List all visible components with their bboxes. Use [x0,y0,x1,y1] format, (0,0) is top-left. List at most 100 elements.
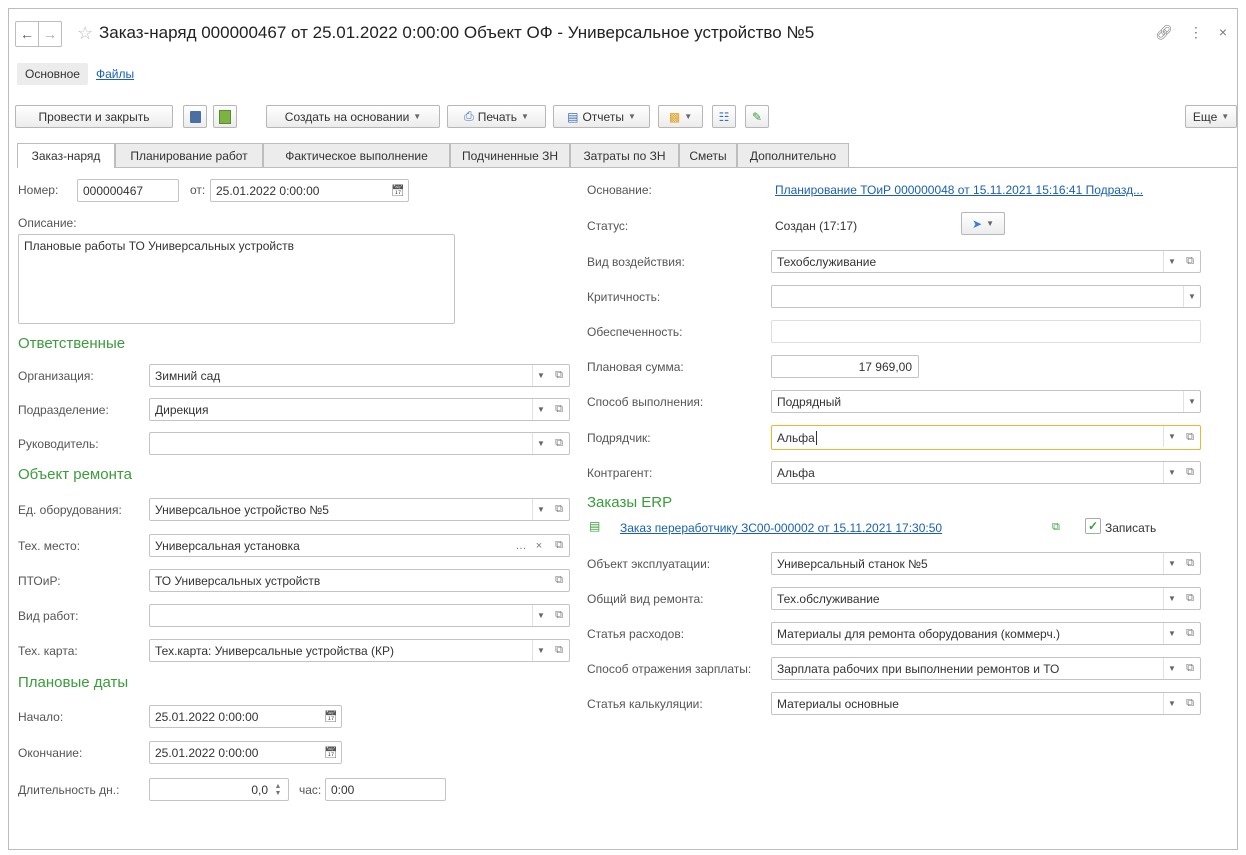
open-icon[interactable]: ⧉ [549,605,569,626]
section-main[interactable]: Основное [17,63,88,85]
post-and-close-button[interactable]: Провести и закрыть [15,105,173,128]
create-based-on-button[interactable]: Создать на основании ▼ [266,105,440,128]
department-value: Дирекция [155,402,209,417]
section-files[interactable]: Файлы [96,67,134,81]
open-icon[interactable]: ⧉ [549,570,569,591]
tab-costs[interactable]: Затраты по ЗН [570,143,679,167]
chevron-down-icon: ▼ [521,112,529,121]
link-icon[interactable]: 🔗︎ [1155,24,1173,41]
chevron-down-icon[interactable]: ▼ [1163,693,1180,714]
spinner-icon[interactable]: ▲ ▼ [268,779,288,800]
edit-button[interactable]: ✎ [745,105,769,128]
date-field[interactable]: 25.01.2022 0:00:00 📅︎ [210,179,409,202]
open-icon[interactable]: ⧉ [1180,623,1200,644]
clear-icon[interactable]: × [529,535,549,556]
calendar-icon[interactable]: 📅︎ [321,742,341,763]
reports-button[interactable]: ▤ Отчеты ▼ [553,105,650,128]
open-icon[interactable]: ⧉ [549,499,569,520]
open-icon[interactable]: ⧉ [1180,462,1200,483]
status-change-button[interactable]: ➤ ▼ [961,212,1005,235]
chevron-down-icon[interactable]: ▼ [532,499,549,520]
chevron-down-icon[interactable]: ▼ [1183,286,1200,307]
end-date-field[interactable]: 25.01.2022 0:00:00 📅︎ [149,741,342,764]
open-icon[interactable]: ⧉ [549,433,569,454]
duration-days-field[interactable]: 0,0 ▲ ▼ [149,778,289,801]
chevron-down-icon[interactable]: ▼ [532,433,549,454]
contractor-field[interactable]: Альфа ▼ ⧉ [771,425,1201,450]
save-button[interactable] [183,105,207,128]
duration-hours-field[interactable]: 0:00 [325,778,446,801]
tab-work-planning[interactable]: Планирование работ [115,143,263,167]
description-value: Плановые работы ТО Универсальных устройс… [24,239,294,253]
ptoir-field[interactable]: ТО Универсальных устройств ⧉ [149,569,570,592]
chevron-down-icon[interactable]: ▼ [532,365,549,386]
chevron-down-icon[interactable]: ▼ [1163,426,1180,447]
structure-button[interactable]: ☷ [712,105,736,128]
tab-work-order[interactable]: Заказ-наряд [17,143,115,168]
basis-link[interactable]: Планирование ТОиР 000000048 от 15.11.202… [775,183,1143,197]
more-button[interactable]: Еще ▼ [1185,105,1237,128]
chevron-down-icon[interactable]: ▼ [1163,623,1180,644]
open-icon[interactable]: ⧉ [549,535,569,556]
more-vertical-icon[interactable]: ⋮ [1189,24,1203,41]
ptoir-value: ТО Универсальных устройств [155,573,321,588]
criticality-field[interactable]: ▼ [771,285,1201,308]
close-icon[interactable]: × [1219,24,1227,41]
favorite-star-icon[interactable]: ☆ [77,23,93,44]
write-checkbox[interactable]: ✓ [1085,518,1101,534]
open-icon[interactable]: ⧉ [1180,693,1200,714]
start-date-field[interactable]: 25.01.2022 0:00:00 📅︎ [149,705,342,728]
open-icon[interactable]: ⧉ [1180,251,1200,272]
print-button[interactable]: ⎙ Печать ▼ [447,105,546,128]
tech-place-label: Тех. место: [18,539,81,553]
open-icon[interactable]: ⧉ [1052,521,1060,534]
open-icon[interactable]: ⧉ [549,399,569,420]
chevron-down-icon[interactable]: ▼ [1163,553,1180,574]
chevron-down-icon[interactable]: ▼ [1163,251,1180,272]
back-arrow-icon[interactable]: ← [16,22,38,46]
calendar-icon[interactable]: 📅︎ [388,180,408,201]
open-icon[interactable]: ⧉ [1180,553,1200,574]
attachments-button[interactable]: ▩ ▼ [658,105,703,128]
tab-additional[interactable]: Дополнительно [737,143,849,167]
equipment-field[interactable]: Универсальное устройство №5 ▼ ⧉ [149,498,570,521]
salary-field[interactable]: Зарплата рабочих при выполнении ремонтов… [771,657,1201,680]
description-field[interactable]: Плановые работы ТО Универсальных устройс… [18,234,455,324]
object-field[interactable]: Универсальный станок №5 ▼ ⧉ [771,552,1201,575]
erp-order-link[interactable]: Заказ переработчику ЗС00-000002 от 15.11… [620,521,942,535]
open-icon[interactable]: ⧉ [549,640,569,661]
calendar-icon[interactable]: 📅︎ [321,706,341,727]
calc-field[interactable]: Материалы основные ▼ ⧉ [771,692,1201,715]
tab-actual-execution[interactable]: Фактическое выполнение [263,143,450,167]
open-icon[interactable]: ⧉ [1180,427,1200,448]
counterparty-field[interactable]: Альфа ▼ ⧉ [771,461,1201,484]
post-button[interactable] [213,105,237,128]
manager-field[interactable]: ▼ ⧉ [149,432,570,455]
planned-sum-label: Плановая сумма: [587,360,684,374]
department-field[interactable]: Дирекция ▼ ⧉ [149,398,570,421]
repair-kind-field[interactable]: Тех.обслуживание ▼ ⧉ [771,587,1201,610]
expense-field[interactable]: Материалы для ремонта оборудования (комм… [771,622,1201,645]
impact-field[interactable]: Техобслуживание ▼ ⧉ [771,250,1201,273]
work-type-field[interactable]: ▼ ⧉ [149,604,570,627]
open-icon[interactable]: ⧉ [1180,588,1200,609]
tech-place-field[interactable]: Универсальная установка … × ⧉ [149,534,570,557]
ellipsis-icon[interactable]: … [511,535,531,556]
tab-subordinate-orders[interactable]: Подчиненные ЗН [450,143,570,167]
chevron-down-icon[interactable]: ▼ [1163,658,1180,679]
planned-sum-field[interactable]: 17 969,00 [771,355,919,378]
chevron-down-icon[interactable]: ▼ [532,605,549,626]
open-icon[interactable]: ⧉ [1180,658,1200,679]
method-field[interactable]: Подрядный ▼ [771,390,1201,413]
open-icon[interactable]: ⧉ [549,365,569,386]
chevron-down-icon[interactable]: ▼ [532,640,549,661]
tab-estimates[interactable]: Сметы [679,143,737,167]
chevron-down-icon[interactable]: ▼ [1163,588,1180,609]
chevron-down-icon[interactable]: ▼ [1163,462,1180,483]
chevron-down-icon[interactable]: ▼ [532,399,549,420]
chevron-down-icon[interactable]: ▼ [1183,391,1200,412]
tech-card-field[interactable]: Тех.карта: Универсальные устройства (КР)… [149,639,570,662]
number-field[interactable]: 000000467 [77,179,179,202]
forward-arrow-icon[interactable]: → [38,22,61,46]
organization-field[interactable]: Зимний сад ▼ ⧉ [149,364,570,387]
